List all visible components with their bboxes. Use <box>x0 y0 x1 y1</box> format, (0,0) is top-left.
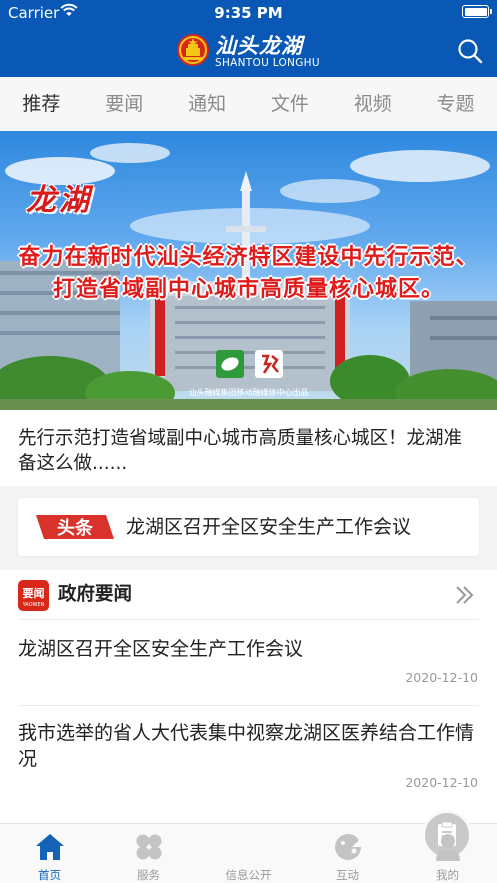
tab-videos[interactable]: 视频 <box>331 77 414 131</box>
search-icon[interactable] <box>457 38 483 64</box>
tab-recommend[interactable]: 推荐 <box>0 77 83 131</box>
top-story-title: 龙湖区召开全区安全生产工作会议 <box>126 516 412 538</box>
top-story-badge-icon: 头条 <box>36 515 114 539</box>
banner-slogan-line1: 奋力在新时代汕头经济特区建设中先行示范、 <box>18 244 479 270</box>
news-item-title: 我市选举的省人大代表集中视察龙湖区医养结合工作情况 <box>18 722 475 770</box>
tabbar-info-disclosure[interactable]: 信息公开 <box>199 810 472 883</box>
news-section-icon-text: 要闻 <box>23 586 45 600</box>
tab-documents[interactable]: 文件 <box>248 77 331 131</box>
battery-icon <box>462 5 492 18</box>
tabbar-interaction[interactable]: 互动 <box>298 824 397 883</box>
app-logo-subtitle: SHANTOU LONGHU <box>215 57 320 69</box>
clock: 9:35 PM <box>214 4 283 22</box>
tabbar-profile[interactable]: 我的 <box>398 824 497 883</box>
banner-credit: 汕头融媒集团移动融媒体中心出品 <box>188 388 309 397</box>
news-item-date: 2020-12-10 <box>405 775 478 790</box>
app-screen: Carrier 9:35 PM 汕头龙湖 SHANTOU LONGHU 推荐 要… <box>0 0 497 883</box>
grid-icon <box>136 834 162 860</box>
category-tabs: 推荐 要闻 通知 文件 视频 专题 <box>0 77 497 131</box>
news-list-item[interactable]: 我市选举的省人大代表集中视察龙湖区医养结合工作情况 2020-12-10 <box>0 706 497 823</box>
status-bar: Carrier 9:35 PM <box>0 0 497 26</box>
chat-icon <box>335 833 361 860</box>
news-item-date: 2020-12-10 <box>405 670 478 685</box>
tab-topics[interactable]: 专题 <box>414 77 497 131</box>
app-header: Carrier 9:35 PM 汕头龙湖 SHANTOU LONGHU <box>0 0 497 77</box>
tab-news[interactable]: 要闻 <box>83 77 166 131</box>
news-item-title: 龙湖区召开全区安全生产工作会议 <box>18 638 304 660</box>
tabbar-label: 信息公开 <box>225 868 272 882</box>
tabbar-label: 我的 <box>436 868 459 882</box>
section-header: 要闻 YAOWEN 政府要闻 <box>0 570 497 620</box>
news-section-icon-sub: YAOWEN <box>22 602 45 608</box>
media-logo-icon <box>216 350 244 378</box>
user-icon <box>436 834 460 861</box>
home-icon <box>36 834 64 860</box>
seal-logo-icon <box>255 350 283 378</box>
gov-news-section: 要闻 YAOWEN 政府要闻 龙湖区召开全区安全生产工作会议 2020-12-1… <box>0 570 497 823</box>
tab-notices[interactable]: 通知 <box>166 77 249 131</box>
banner-slogan-line2: 打造省域副中心城市高质量核心城区。 <box>52 276 444 302</box>
section-title: 政府要闻 <box>58 584 133 605</box>
news-section-icon: 要闻 YAOWEN <box>18 580 49 611</box>
tabbar-label: 服务 <box>137 868 160 882</box>
top-story-card[interactable]: 头条 龙湖区召开全区安全生产工作会议 <box>18 498 479 556</box>
banner-city-title: 龙湖 <box>26 183 92 218</box>
app-logo-text: 汕头龙湖 <box>215 33 303 58</box>
tabbar-services[interactable]: 服务 <box>99 824 198 883</box>
tabbar-label: 首页 <box>38 868 61 882</box>
news-list-item[interactable]: 龙湖区召开全区安全生产工作会议 2020-12-10 <box>0 620 497 706</box>
tabbar-label: 互动 <box>336 868 359 882</box>
double-chevron-right-icon[interactable] <box>454 584 476 606</box>
tabbar-home[interactable]: 首页 <box>0 824 99 883</box>
hero-banner[interactable]: 龙湖 奋力在新时代汕头经济特区建设中先行示范、 打造省域副中心城市高质量核心城区… <box>0 131 497 410</box>
bottom-tab-bar: 首页 服务 信息公开 互动 我的 <box>0 810 497 883</box>
top-story-badge-text: 头条 <box>57 517 94 539</box>
banner-headline[interactable]: 先行示范打造省域副中心城市高质量核心城区！龙湖准备这么做...... <box>0 410 497 486</box>
national-emblem-icon <box>177 34 209 66</box>
